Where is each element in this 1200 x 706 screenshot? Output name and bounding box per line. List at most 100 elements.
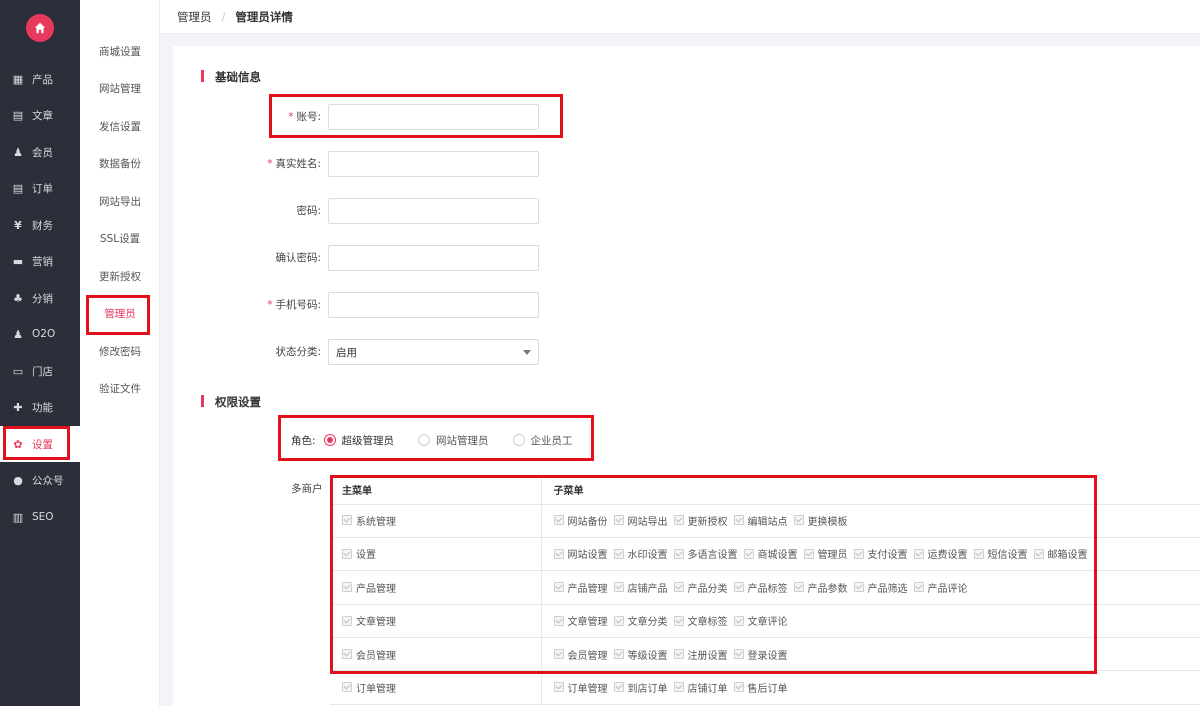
subnav-item[interactable]: SSL设置: [80, 220, 160, 258]
sub-menu-checkbox[interactable]: 产品标签: [733, 580, 788, 595]
sub-menu-checkbox[interactable]: 产品管理: [553, 580, 608, 595]
sub-menu-cell: 会员管理 等级设置 注册设置 登录设置: [541, 637, 1200, 672]
main-menu-checkbox[interactable]: 设置: [342, 546, 376, 561]
status-select[interactable]: 启用: [328, 339, 539, 365]
sub-menu-checkbox[interactable]: 注册设置: [673, 647, 728, 662]
account-row: * 账号:: [173, 104, 573, 130]
checkbox-icon: [793, 582, 804, 593]
main-menu-cell: 设置: [330, 537, 542, 572]
sub-menu-checkbox[interactable]: 文章标签: [673, 613, 728, 628]
main-menu-checkbox[interactable]: 系统管理: [342, 513, 396, 528]
sidebar-item[interactable]: ▥ SEO: [0, 499, 80, 535]
checkbox-icon: [913, 582, 924, 593]
sub-menu-checkbox[interactable]: 会员管理: [553, 647, 608, 662]
password-row: 密码:: [173, 198, 573, 224]
sub-menu-checkbox[interactable]: 店铺订单: [673, 680, 728, 695]
subnav-item[interactable]: 发信设置: [80, 107, 160, 145]
checkbox-icon: [733, 615, 744, 626]
sidebar-item[interactable]: ♟ O2O: [0, 316, 80, 352]
table-header-row: 主菜单 子菜单: [330, 476, 1200, 505]
phone-input[interactable]: [328, 292, 539, 318]
subnav-item[interactable]: 网站导出: [80, 182, 160, 220]
checkbox-icon: [553, 515, 564, 526]
sub-menu-checkbox[interactable]: 网站设置: [553, 546, 608, 561]
sub-menu-checkbox[interactable]: 售后订单: [733, 680, 788, 695]
sub-menu-checkbox[interactable]: 邮箱设置: [1033, 546, 1088, 561]
sub-menu-checkbox[interactable]: 产品筛选: [853, 580, 908, 595]
sub-menu-checkbox[interactable]: 店铺产品: [613, 580, 668, 595]
subnav-item[interactable]: 网站管理: [80, 70, 160, 108]
password-input[interactable]: [328, 198, 539, 224]
checkbox-icon: [613, 515, 624, 526]
confirm-password-input[interactable]: [328, 245, 539, 271]
status-row: 状态分类: 启用: [173, 339, 573, 365]
role-radio[interactable]: 企业员工: [512, 433, 573, 448]
sub-menu-checkbox[interactable]: 更新授权: [673, 513, 728, 528]
sub-menu-checkbox[interactable]: 编辑站点: [733, 513, 788, 528]
breadcrumb-parent[interactable]: 管理员: [177, 9, 212, 25]
sidebar-item[interactable]: ✿ 设置: [0, 426, 80, 462]
realname-input[interactable]: [328, 151, 539, 177]
sidebar-item[interactable]: ♣ 分销: [0, 280, 80, 316]
sidebar-item[interactable]: ▤ 文章: [0, 97, 80, 133]
table-row: 设置 网站设置 水印设置 多语言设置 商城设置 管理员 支付设置 运费设置 短信设置 邮箱设置: [330, 537, 1200, 572]
sub-menu-checkbox[interactable]: 管理员: [803, 546, 848, 561]
user-icon: ♟: [13, 327, 23, 341]
main-menu-checkbox[interactable]: 会员管理: [342, 647, 396, 662]
sidebar-item[interactable]: ● 公众号: [0, 462, 80, 498]
sub-menu-checkbox[interactable]: 运费设置: [913, 546, 968, 561]
checkbox-label: 产品评论: [927, 583, 968, 595]
subnav-item[interactable]: 数据备份: [80, 145, 160, 183]
subnav-item[interactable]: 更新授权: [80, 257, 160, 295]
main-sidebar: ▦ 产品 ▤ 文章 ♟ 会员 ▤ 订单 ¥ 财务 ▬ 营销 ♣ 分销 ♟ O2O ▭ 门店 ✚ 功能 ✿ 设置 ● 公众号 ▥ S…: [0, 0, 80, 706]
sub-menu-checkbox[interactable]: 支付设置: [853, 546, 908, 561]
checkbox-icon: [733, 515, 744, 526]
sidebar-item[interactable]: ▦ 产品: [0, 61, 80, 97]
checkbox-label: 产品分类: [687, 583, 728, 595]
main-menu-checkbox[interactable]: 订单管理: [342, 680, 396, 695]
sub-menu-checkbox[interactable]: 文章管理: [553, 613, 608, 628]
subnav-item[interactable]: 验证文件: [80, 370, 160, 408]
permission-table: 主菜单 子菜单 系统管理 网站备份 网站导出 更新授权 编辑站点 更换模板设置 网站设置 水印…: [330, 476, 1200, 705]
sub-menu-checkbox[interactable]: 更换模板: [793, 513, 848, 528]
account-input[interactable]: [328, 104, 539, 130]
sidebar-item[interactable]: ✚ 功能: [0, 389, 80, 425]
sub-menu-checkbox[interactable]: 网站导出: [613, 513, 668, 528]
table-row: 会员管理 会员管理 等级设置 注册设置 登录设置: [330, 637, 1200, 672]
home-button[interactable]: [26, 14, 54, 42]
sidebar-item[interactable]: ¥ 财务: [0, 207, 80, 243]
confirm-password-row: 确认密码:: [173, 245, 573, 271]
sub-menu-checkbox[interactable]: 短信设置: [973, 546, 1028, 561]
sub-menu-checkbox[interactable]: 多语言设置: [673, 546, 738, 561]
role-radio[interactable]: 超级管理员: [323, 433, 394, 448]
sub-menu-checkbox[interactable]: 产品分类: [673, 580, 728, 595]
sidebar-item[interactable]: ▭ 门店: [0, 353, 80, 389]
sub-menu-checkbox[interactable]: 水印设置: [613, 546, 668, 561]
sub-menu-checkbox[interactable]: 产品参数: [793, 580, 848, 595]
sub-menu-checkbox[interactable]: 商城设置: [743, 546, 798, 561]
checkbox-icon: [342, 615, 352, 626]
checkbox-icon: [673, 615, 684, 626]
sidebar-item[interactable]: ♟ 会员: [0, 134, 80, 170]
radio-icon: [512, 434, 525, 446]
sub-menu-checkbox[interactable]: 文章评论: [733, 613, 788, 628]
sidebar-item-label: 门店: [32, 365, 53, 378]
sub-menu-checkbox[interactable]: 产品评论: [913, 580, 968, 595]
subnav-item[interactable]: 商城设置: [80, 32, 160, 70]
role-radio[interactable]: 网站管理员: [418, 433, 489, 448]
main-menu-checkbox[interactable]: 文章管理: [342, 613, 396, 628]
sub-menu-checkbox[interactable]: 到店订单: [613, 680, 668, 695]
main-menu-checkbox[interactable]: 产品管理: [342, 580, 396, 595]
sub-menu-checkbox[interactable]: 登录设置: [733, 647, 788, 662]
sub-menu-checkbox[interactable]: 网站备份: [553, 513, 608, 528]
sub-menu-checkbox[interactable]: 等级设置: [613, 647, 668, 662]
sidebar-item-label: 文章: [32, 109, 53, 122]
sidebar-item[interactable]: ▤ 订单: [0, 170, 80, 206]
subnav-item[interactable]: 修改密码: [80, 332, 160, 370]
subnav-item[interactable]: 管理员: [80, 295, 160, 333]
checkbox-icon: [553, 615, 564, 626]
checkbox-label: 编辑站点: [747, 516, 788, 528]
sub-menu-checkbox[interactable]: 文章分类: [613, 613, 668, 628]
sidebar-item[interactable]: ▬ 营销: [0, 243, 80, 279]
sub-menu-checkbox[interactable]: 订单管理: [553, 680, 608, 695]
